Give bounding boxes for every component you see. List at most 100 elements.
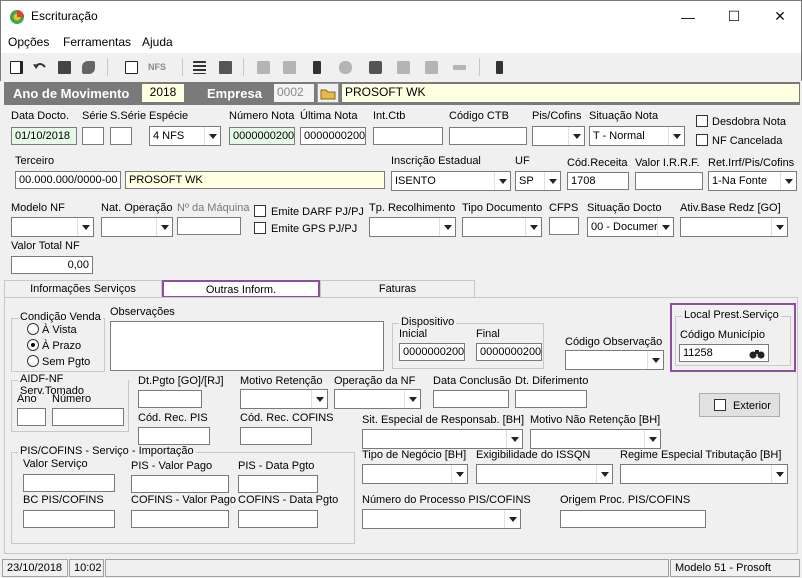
download-icon[interactable] <box>307 57 327 77</box>
maximize-button[interactable]: ☐ <box>711 1 757 32</box>
nf-cancelada-checkbox[interactable] <box>696 134 708 146</box>
numero-nota-input[interactable]: 0000000200 <box>229 127 295 145</box>
stack-icon[interactable] <box>215 57 235 77</box>
emite-gps-checkbox[interactable] <box>254 222 266 234</box>
cod-rec-pis-input[interactable] <box>138 427 210 445</box>
menu-ferramentas[interactable]: Ferramentas <box>63 35 131 49</box>
pis-valor-pago-input[interactable] <box>131 475 229 493</box>
desdobra-nota-label: Desdobra Nota <box>712 116 786 128</box>
inscricao-select[interactable]: ISENTO <box>391 171 511 191</box>
valor-total-input[interactable]: 0,00 <box>11 256 93 274</box>
origem-proc-label: Origem Proc. PIS/COFINS <box>560 494 691 506</box>
ret-irrf-select[interactable]: 1-Na Fonte <box>708 171 797 191</box>
menu-ajuda[interactable]: Ajuda <box>142 35 173 49</box>
numero-nota-label: Número Nota <box>229 110 295 122</box>
operacao-nf-select[interactable] <box>334 389 421 409</box>
new-document-icon[interactable] <box>6 57 26 77</box>
inicial-input[interactable]: 0000000200 <box>399 343 465 361</box>
pis-cofins-select[interactable] <box>532 126 585 146</box>
tab-faturas[interactable]: Faturas <box>320 280 475 298</box>
folder-icon[interactable] <box>317 83 339 103</box>
codigo-ctb-input[interactable] <box>449 127 527 145</box>
numero-processo-select[interactable] <box>362 509 521 529</box>
undo-icon[interactable] <box>30 57 50 77</box>
inicial-label: Inicial <box>399 328 428 340</box>
serie-input[interactable] <box>82 127 104 145</box>
dt-diferimento-input[interactable] <box>515 390 587 408</box>
close-button[interactable]: ✕ <box>757 1 802 32</box>
tipo-documento-select[interactable] <box>462 217 542 237</box>
observacoes-textarea[interactable] <box>110 321 384 371</box>
header-bar: Ano de Movimento 2018 Empresa 0002 PROSO… <box>4 82 800 105</box>
exterior-checkbox[interactable] <box>714 399 726 411</box>
aidf-ano-input[interactable] <box>17 408 46 426</box>
radio-sem-pgto[interactable] <box>27 355 39 367</box>
ultima-nota-input[interactable]: 0000000200 <box>300 127 366 145</box>
tp-recolhimento-select[interactable] <box>369 217 456 237</box>
motivo-retencao-select[interactable] <box>240 389 328 409</box>
exterior-button[interactable]: Exterior <box>699 393 780 417</box>
especie-select[interactable]: 4 NFS <box>149 126 221 146</box>
tab-informacoes-servicos[interactable]: Informações Serviços <box>4 280 162 298</box>
cofins-data-pgto-input[interactable] <box>238 510 318 528</box>
aidf-ano-label: Ano <box>17 393 37 405</box>
origem-proc-input[interactable] <box>560 510 706 528</box>
app-icon <box>10 10 24 24</box>
bc-pis-input[interactable] <box>23 510 115 528</box>
tab-outras-inform[interactable]: Outras Inform. <box>162 280 320 298</box>
ano-input[interactable]: 2018 <box>141 83 185 103</box>
nat-operacao-select[interactable] <box>101 217 173 237</box>
dt-pgto-input[interactable] <box>138 390 202 408</box>
int-ctb-input[interactable] <box>373 127 443 145</box>
terceiro-cnpj-input[interactable]: 00.000.000/0000-00 <box>15 171 121 189</box>
data-conclusao-input[interactable] <box>433 390 509 408</box>
ativ-base-select[interactable] <box>680 217 788 237</box>
codigo-observacao-select[interactable] <box>565 350 664 370</box>
building-icon <box>253 57 273 77</box>
calculator-icon[interactable] <box>365 57 385 77</box>
radio-a-prazo[interactable] <box>27 339 39 351</box>
sit-especial-select[interactable] <box>362 429 523 449</box>
situacao-docto-select[interactable]: 00 - Documer <box>587 217 674 237</box>
valor-servico-input[interactable] <box>23 474 115 492</box>
radio-a-vista[interactable] <box>27 323 39 335</box>
tipo-negocio-select[interactable] <box>362 464 468 484</box>
cod-receita-input[interactable]: 1708 <box>567 172 629 190</box>
emite-darf-checkbox[interactable] <box>254 205 266 217</box>
exit-icon[interactable] <box>489 57 509 77</box>
print-preview-icon[interactable] <box>121 57 141 77</box>
menu-opcoes[interactable]: Opções <box>8 35 49 49</box>
pis-data-pgto-input[interactable] <box>238 475 318 493</box>
dispositivo-title: Dispositivo <box>399 316 457 328</box>
uf-select[interactable]: SP <box>515 171 561 191</box>
n-maquina-input[interactable] <box>177 217 241 235</box>
list-tree-icon[interactable] <box>189 57 209 77</box>
empresa-label: Empresa <box>207 86 262 101</box>
modelo-nf-select[interactable] <box>11 217 94 237</box>
valor-irrf-input[interactable] <box>635 172 703 190</box>
aidf-numero-input[interactable] <box>52 408 124 426</box>
binoculars-icon[interactable] <box>746 345 768 361</box>
cofins-valor-pago-label: COFINS - Valor Pago <box>131 494 236 506</box>
final-input[interactable]: 0000000200 <box>476 343 542 361</box>
situacao-nota-select[interactable]: T - Normal <box>589 126 685 146</box>
sserie-input[interactable] <box>110 127 132 145</box>
empresa-name: PROSOFT WK <box>341 83 800 103</box>
exigibilidade-select[interactable] <box>476 464 613 484</box>
cod-rec-pis-label: Cód. Rec. PIS <box>138 412 208 424</box>
toolbar: NFS <box>0 53 802 81</box>
cfps-input[interactable] <box>549 217 579 235</box>
desdobra-nota-checkbox[interactable] <box>696 115 708 127</box>
save-icon[interactable] <box>54 57 74 77</box>
radio-a-prazo-label: À Prazo <box>42 340 82 352</box>
regime-select[interactable] <box>620 464 788 484</box>
modelo-nf-label: Modelo NF <box>11 202 65 214</box>
cofins-valor-pago-input[interactable] <box>131 510 229 528</box>
pis-valor-pago-label: PIS - Valor Pago <box>131 460 213 472</box>
delete-icon[interactable] <box>78 57 98 77</box>
cod-rec-cofins-input[interactable] <box>240 427 312 445</box>
data-docto-input[interactable]: 01/10/2018 <box>11 127 77 145</box>
motivo-nao-retencao-select[interactable] <box>530 429 661 449</box>
ano-label: Ano de Movimento <box>13 86 130 101</box>
minimize-button[interactable]: — <box>665 1 711 32</box>
